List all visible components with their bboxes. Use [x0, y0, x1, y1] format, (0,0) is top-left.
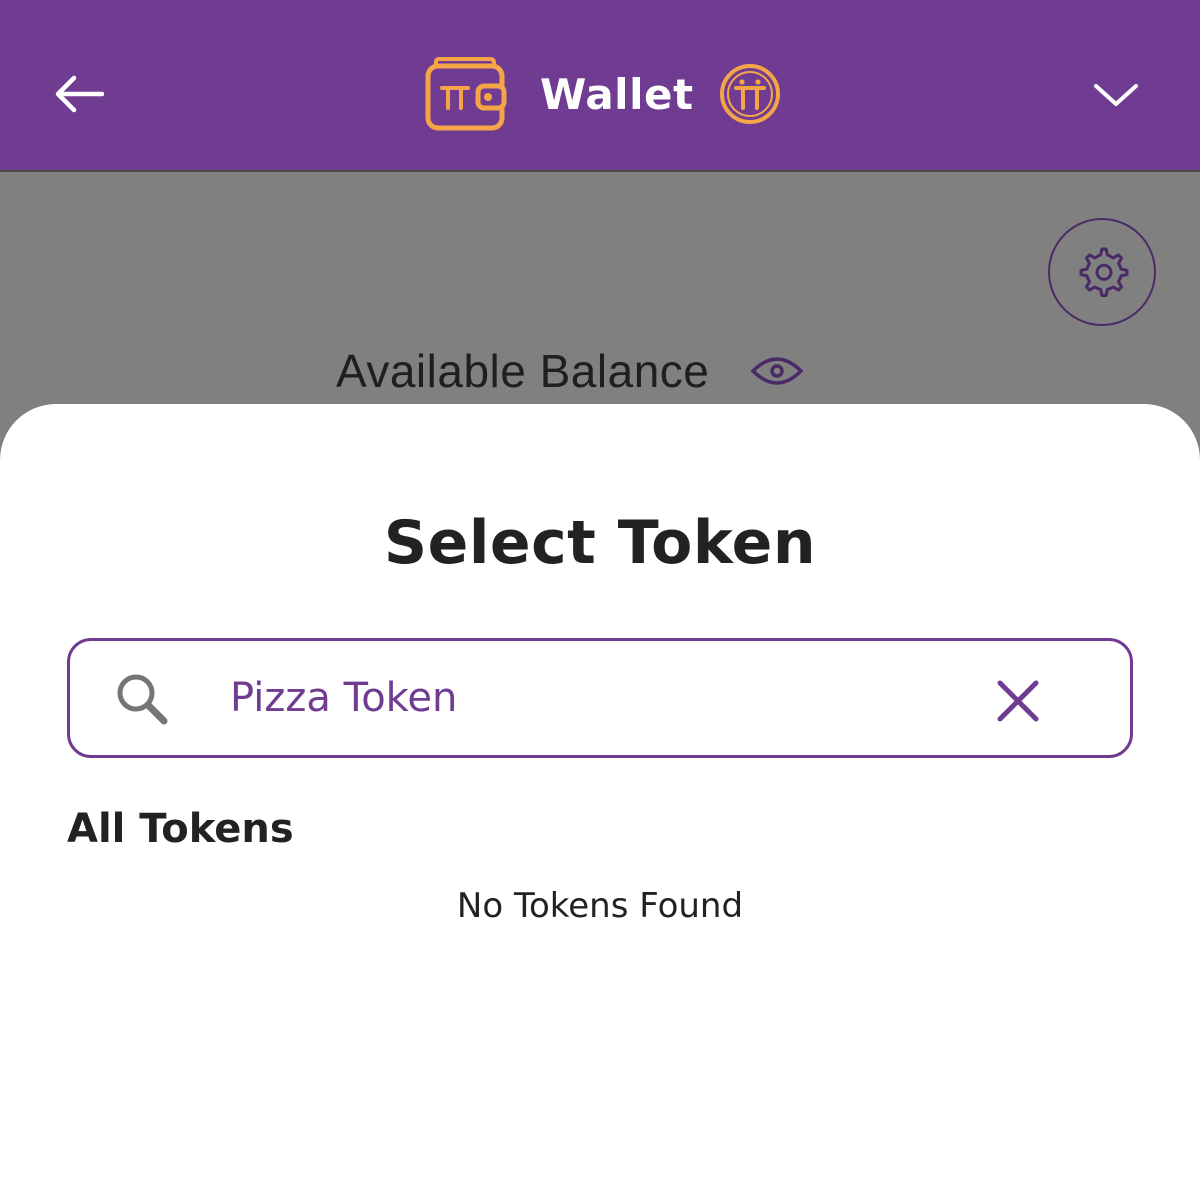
- all-tokens-heading: All Tokens: [67, 806, 294, 852]
- settings-button[interactable]: [1048, 218, 1156, 326]
- close-icon: [997, 680, 1039, 722]
- pi-coin-icon: [719, 64, 780, 124]
- search-icon: [117, 674, 168, 725]
- eye-icon: [750, 357, 804, 385]
- no-tokens-message: No Tokens Found: [456, 886, 744, 926]
- token-search-input[interactable]: [230, 661, 950, 735]
- chevron-down-icon: [1094, 84, 1138, 106]
- header-bar: Wallet: [0, 0, 1200, 172]
- token-search-box: [67, 638, 1133, 758]
- select-token-sheet: Select Token All Tokens No Tokens Found: [0, 404, 1200, 1180]
- wallet-icon: [425, 57, 507, 131]
- clear-search-button[interactable]: [990, 673, 1046, 729]
- balance-label: Available Balance: [336, 345, 710, 397]
- gear-icon: [1079, 247, 1129, 297]
- balance-row: Available Balance: [336, 336, 805, 406]
- back-button[interactable]: [48, 66, 108, 122]
- account-dropdown-button[interactable]: [1086, 70, 1146, 120]
- sheet-title: Select Token: [383, 508, 817, 578]
- toggle-balance-visibility[interactable]: [749, 351, 805, 391]
- header-center: Wallet: [424, 56, 782, 132]
- arrow-left-icon: [55, 75, 104, 113]
- app-screen: Wallet Available Balance Select Token Pi…: [0, 0, 1200, 1180]
- header-title: Wallet: [540, 69, 694, 119]
